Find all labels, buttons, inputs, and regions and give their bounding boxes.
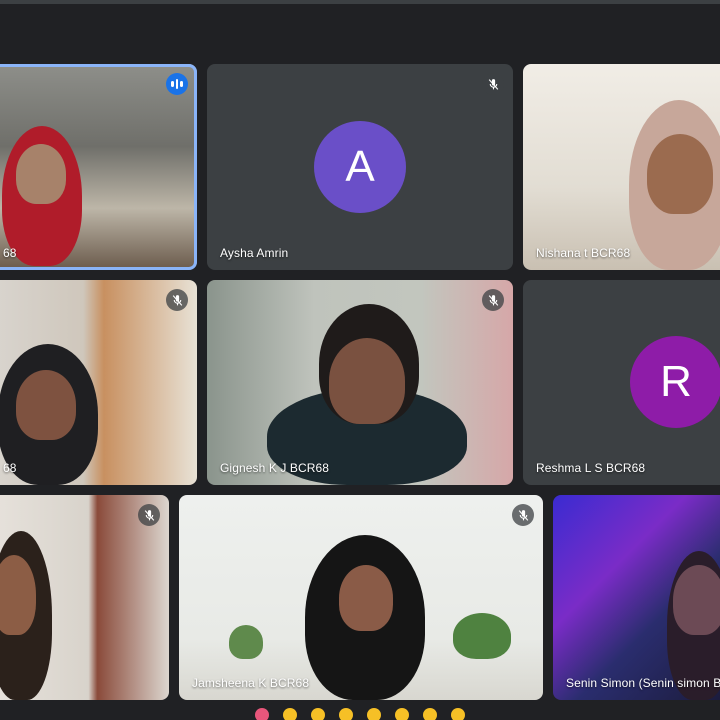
- participant-tile[interactable]: Senin Simon (Senin simon BC: [553, 495, 720, 700]
- participant-tile[interactable]: Jamsheena K BCR68: [179, 495, 543, 700]
- participant-tile[interactable]: 68: [0, 64, 197, 270]
- emoji-icon[interactable]: [311, 708, 325, 720]
- participant-name: 68: [3, 246, 17, 260]
- participant-name: Gignesh K J BCR68: [220, 461, 330, 475]
- emoji-icon[interactable]: [339, 708, 353, 720]
- emoji-icon[interactable]: [451, 708, 465, 720]
- participant-name: 68: [3, 461, 17, 475]
- mic-off-icon: [166, 289, 188, 311]
- heart-emoji-icon[interactable]: [255, 708, 269, 720]
- participant-name: Reshma L S BCR68: [536, 461, 646, 475]
- mic-off-icon: [482, 73, 504, 95]
- top-bar: [0, 0, 720, 4]
- avatar-initial: A: [345, 142, 375, 191]
- participant-face: [647, 134, 713, 214]
- participant-tile[interactable]: Nishana t BCR68: [523, 64, 720, 270]
- participant-name: Nishana t BCR68: [536, 246, 631, 260]
- plant-decoration: [229, 625, 263, 659]
- reactions-bar[interactable]: [210, 708, 510, 720]
- participant-tile[interactable]: [0, 495, 169, 700]
- participant-tile[interactable]: A Aysha Amrin: [207, 64, 513, 270]
- emoji-icon[interactable]: [423, 708, 437, 720]
- participant-face: [673, 565, 720, 635]
- participant-tile[interactable]: Gignesh K J BCR68: [207, 280, 513, 485]
- avatar-initial: R: [660, 357, 692, 406]
- participant-face: [16, 370, 76, 440]
- participant-face: [16, 144, 66, 204]
- participant-tile[interactable]: 68: [0, 280, 197, 485]
- plant-decoration: [453, 613, 511, 659]
- mic-off-icon: [138, 504, 160, 526]
- participant-name: Senin Simon (Senin simon BC: [566, 676, 720, 690]
- participant-face: [329, 338, 405, 424]
- emoji-icon[interactable]: [395, 708, 409, 720]
- emoji-icon[interactable]: [283, 708, 297, 720]
- emoji-icon[interactable]: [367, 708, 381, 720]
- participant-name: Aysha Amrin: [220, 246, 289, 260]
- avatar: A: [314, 121, 406, 213]
- participant-tile[interactable]: R Reshma L S BCR68: [523, 280, 720, 485]
- participant-face: [339, 565, 393, 631]
- speaking-indicator-icon: [166, 73, 188, 95]
- mic-off-icon: [512, 504, 534, 526]
- participant-name: Jamsheena K BCR68: [192, 676, 310, 690]
- mic-off-icon: [482, 289, 504, 311]
- avatar: R: [630, 336, 720, 428]
